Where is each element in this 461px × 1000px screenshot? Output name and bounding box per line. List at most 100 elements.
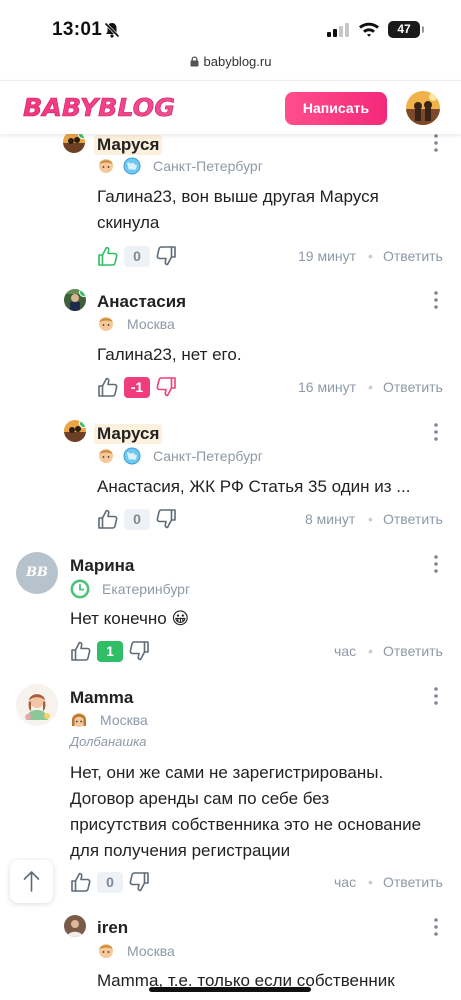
separator-dot: •	[368, 643, 373, 659]
like-icon[interactable]	[97, 376, 119, 398]
more-options-icon[interactable]	[433, 686, 439, 706]
comment-text: Галина23, вон выше другая Маруся скинула	[97, 184, 379, 236]
comment-text-line: скинула	[97, 213, 160, 232]
comment-actions: 1 час • Ответить	[70, 640, 447, 664]
comment-actions: 0 19 минут • Ответить	[97, 245, 447, 269]
write-post-button[interactable]: Написать	[285, 92, 387, 125]
comment-text-line: Галина23, вон выше другая Маруся	[97, 187, 379, 206]
separator-dot: •	[368, 874, 373, 890]
reply-link[interactable]: Ответить	[383, 248, 443, 264]
comment-city: Москва	[100, 712, 148, 728]
bell-muted-icon	[104, 22, 120, 38]
comment-text-line[interactable]: Анастасия, ЖК РФ Статья 35 один из ...	[97, 474, 410, 500]
comment-avatar[interactable]	[64, 915, 86, 937]
comment-avatar[interactable]: ВВ	[16, 552, 58, 594]
scroll-to-top-button[interactable]	[10, 860, 53, 903]
globe-badge-icon	[123, 447, 141, 465]
home-indicator[interactable]	[149, 987, 311, 992]
comment-city: Москва	[127, 943, 175, 959]
dislike-icon[interactable]	[155, 245, 177, 267]
like-filled-icon[interactable]	[97, 245, 119, 267]
comment-meta: Москва	[70, 711, 148, 729]
boy-badge-icon	[99, 944, 113, 958]
vote-count: 0	[124, 509, 150, 530]
more-options-icon[interactable]	[433, 290, 439, 310]
vote-count: 0	[124, 246, 150, 267]
comment-meta: Санкт-Петербург	[97, 157, 263, 175]
clock-badge-icon	[70, 579, 90, 599]
vote-count: -1	[124, 377, 150, 398]
reply-link[interactable]: Ответить	[383, 643, 443, 659]
comment-author[interactable]: Марина	[70, 556, 134, 576]
more-options-icon[interactable]	[433, 554, 439, 574]
comment-text-line: Договор аренды сам по себе без	[70, 789, 330, 808]
url-domain: babyblog.ru	[203, 54, 272, 69]
like-icon[interactable]	[97, 508, 119, 530]
dislike-icon[interactable]	[128, 871, 150, 893]
comment-meta: Москва	[97, 315, 175, 333]
url-bar[interactable]: babyblog.ru	[0, 54, 461, 78]
comment-author[interactable]: Маруся	[94, 424, 163, 444]
like-icon[interactable]	[70, 871, 92, 893]
comment-author[interactable]: Анастасия	[97, 292, 186, 312]
comment-actions: -1 16 минут • Ответить	[97, 376, 447, 400]
comment-text-line: Нет, они же сами не зарегистрированы.	[70, 763, 384, 782]
like-icon[interactable]	[70, 640, 92, 662]
separator-dot: •	[368, 379, 373, 395]
dislike-filled-icon[interactable]	[155, 376, 177, 398]
status-time: 13:01	[52, 19, 103, 40]
comment-text-line: Галина23, нет его.	[97, 345, 242, 364]
avatar-image	[64, 915, 86, 937]
comment-meta: Екатеринбург	[70, 579, 190, 599]
comment-time: час	[334, 643, 357, 659]
comment-avatar[interactable]	[16, 684, 58, 726]
babyblog-logo[interactable]: BABYBLOG	[22, 92, 177, 122]
comment-city: Москва	[127, 316, 175, 332]
reply-link[interactable]: Ответить	[383, 511, 443, 527]
comment-author[interactable]: iren	[97, 918, 128, 938]
comment-time: час	[334, 874, 357, 890]
comment-avatar[interactable]	[64, 420, 86, 442]
comment-author[interactable]: Маруся	[94, 135, 163, 155]
comment-text: Галина23, нет его.	[97, 342, 242, 368]
site-header: BABYBLOG Написать	[0, 80, 461, 134]
avatar-initials: ВВ	[26, 565, 48, 580]
comment-time: 8 минут	[305, 511, 356, 527]
status-bar: 13:01 47	[0, 0, 461, 54]
arrow-up-icon	[23, 871, 40, 892]
cellular-signal-icon	[327, 23, 349, 37]
comment-meta: Москва	[97, 942, 175, 960]
reply-link[interactable]: Ответить	[383, 379, 443, 395]
battery-indicator: 47	[388, 21, 424, 38]
comment-actions: 0 8 минут • Ответить	[97, 508, 447, 532]
comment-city: Санкт-Петербург	[153, 158, 263, 174]
comment-text: Анастасия, ЖК РФ Статья 35 один из ...	[97, 474, 410, 500]
comment-text-line: Нет конечно 😀	[70, 609, 190, 628]
comment-meta: Санкт-Петербург	[97, 447, 263, 465]
comment-author[interactable]: Mamma	[70, 688, 133, 708]
comment-city: Екатеринбург	[102, 581, 191, 597]
girl-badge-icon	[72, 713, 86, 727]
wifi-icon	[359, 22, 379, 37]
comment-time: 19 минут	[298, 248, 357, 264]
comment-actions: 0 час • Ответить	[70, 871, 447, 895]
comment-avatar[interactable]	[64, 289, 86, 311]
reply-link[interactable]: Ответить	[383, 874, 443, 890]
more-options-icon[interactable]	[433, 133, 439, 153]
vote-count: 0	[97, 872, 123, 893]
avatar-image	[64, 420, 86, 442]
user-avatar[interactable]	[406, 91, 440, 125]
comment-text: Нет конечно 😀	[70, 606, 189, 632]
user-signature: Долбанашка	[70, 734, 147, 749]
more-options-icon[interactable]	[433, 422, 439, 442]
logo-text: BABYBLOG	[23, 93, 175, 122]
user-avatar-image	[406, 91, 440, 125]
dislike-icon[interactable]	[155, 508, 177, 530]
more-options-icon[interactable]	[433, 917, 439, 937]
boy-badge-icon	[99, 449, 113, 463]
lock-icon	[190, 56, 199, 67]
comment-avatar[interactable]	[63, 131, 85, 153]
comment-text: Mamma, т.е. только если собственник	[97, 968, 395, 1000]
dislike-icon[interactable]	[128, 640, 150, 662]
vote-count: 1	[97, 641, 123, 662]
